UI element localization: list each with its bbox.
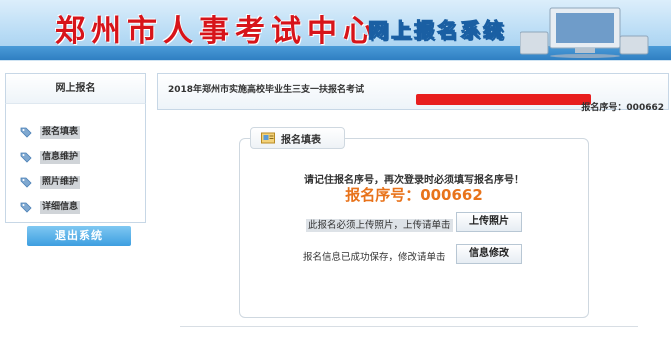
header-divider [0,60,671,61]
tag-icon [20,177,32,188]
tab-label: 报名填表 [281,134,321,146]
form-icon [261,132,275,144]
sidebar-item-label: 照片维护 [40,175,81,189]
sidebar-item-label: 详细信息 [40,200,81,214]
photo-hint: 此报名必须上传照片，上传请单击 [306,219,453,232]
sidebar-item-fill-form[interactable]: 报名填表 [20,125,81,139]
registration-number: 报名序号：000662 [345,186,483,204]
computer-illustration-icon [520,7,649,58]
sidebar-item-photo-maintain[interactable]: 照片维护 [20,175,81,189]
sidebar-item-label: 信息维护 [40,150,81,164]
info-hint: 报名信息已成功保存，修改请单击 [303,252,446,263]
sidebar-item-info-maintain[interactable]: 信息维护 [20,150,81,164]
sidebar-item-details[interactable]: 详细信息 [20,200,81,214]
header-banner: 郑州市人事考试中心 网上报名系统 [0,0,671,60]
modify-info-button[interactable]: 信息修改 [456,244,522,264]
sidebar: 网上报名 报名填表 信息维护 照片维护 详细信息 退出系统 [5,73,146,253]
sidebar-item-label: 报名填表 [40,125,81,139]
sidebar-title: 网上报名 [5,73,146,103]
tag-icon [20,152,32,163]
exam-title: 2018年郑州市实施高校毕业生三支一扶报名考试 [168,85,365,95]
site-title: 郑州市人事考试中心 [55,14,379,49]
redaction-bar [416,94,591,105]
header-registration-number: 报名序号：000662 [581,103,664,113]
system-title: 网上报名系统 [368,18,506,43]
tag-icon [20,127,32,138]
exam-header: 2018年郑州市实施高校毕业生三支一扶报名考试 报名序号：000662 [157,73,669,113]
tab-fill-form: 报名填表 [250,127,345,149]
sidebar-menu: 报名填表 信息维护 照片维护 详细信息 [5,103,146,223]
footer-divider [180,326,638,327]
logout-button[interactable]: 退出系统 [27,226,131,246]
upload-photo-button[interactable]: 上传照片 [456,212,522,232]
tag-icon [20,202,32,213]
